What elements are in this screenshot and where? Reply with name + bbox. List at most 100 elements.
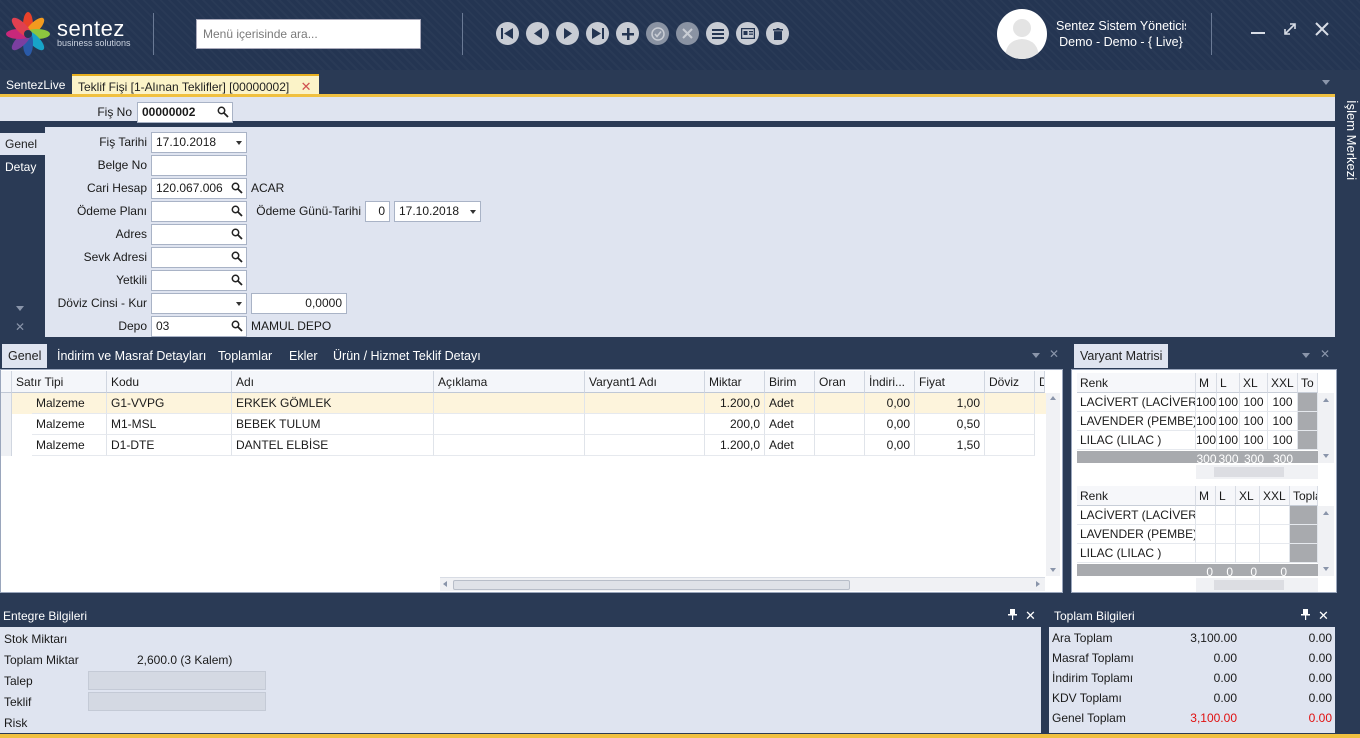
variant-top-hscroll[interactable] [1196, 465, 1318, 479]
cell-kodu[interactable]: G1-VVPG [107, 393, 232, 414]
cell-fiyat[interactable]: 1,50 [915, 435, 985, 456]
cell-adi[interactable]: DANTEL ELBİSE [232, 435, 434, 456]
odeme-tarihi-field[interactable]: 17.10.2018 [394, 201, 481, 222]
cell-varyant[interactable] [585, 414, 705, 435]
variant-cell[interactable] [1196, 525, 1216, 544]
variant-cell[interactable] [1236, 525, 1260, 544]
variant-cell[interactable]: 100 [1240, 412, 1268, 431]
maximize-icon[interactable] [1279, 20, 1301, 42]
cari-hesap-field[interactable]: 120.067.006 [151, 178, 247, 199]
col-header-aciklama[interactable]: Açıklama [434, 371, 585, 393]
cell-indirim[interactable]: 0,00 [865, 414, 915, 435]
variant-cell[interactable]: 100 [1240, 431, 1268, 450]
cell-miktar[interactable]: 200,0 [705, 414, 765, 435]
chevron-down-icon[interactable] [1032, 353, 1040, 358]
variant-top-vscroll[interactable] [1318, 393, 1334, 463]
variant-cell[interactable] [1260, 506, 1290, 525]
cell-birim[interactable]: Adet [765, 435, 815, 456]
confirm-button[interactable] [646, 22, 669, 45]
side-tab-genel[interactable]: Genel [0, 133, 45, 155]
fis-tarihi-field[interactable]: 17.10.2018 [151, 132, 247, 153]
col-header-doviz[interactable]: Döviz [985, 371, 1035, 393]
variant-cell-renk[interactable]: LAVENDER (PEMBE) [1077, 525, 1196, 544]
scroll-down-icon[interactable] [1050, 568, 1056, 572]
previous-record-button[interactable] [526, 22, 549, 45]
pin-icon[interactable] [1301, 609, 1310, 623]
tab-teklif-fisi[interactable]: Teklif Fişi [1-Alınan Teklifler] [000000… [72, 74, 320, 96]
cell-satir-tipi[interactable]: Malzeme [32, 393, 107, 414]
variant-cell-renk[interactable]: LILAC (LILAC ) [1077, 544, 1196, 563]
col-header-fiyat[interactable]: Fiyat [915, 371, 985, 393]
cell-fiyat[interactable]: 0,50 [915, 414, 985, 435]
variant-cell[interactable] [1260, 544, 1290, 563]
scroll-thumb[interactable] [453, 580, 850, 590]
cell-adi[interactable]: BEBEK TULUM [232, 414, 434, 435]
col-header-d[interactable]: D [1035, 371, 1045, 393]
adres-field[interactable] [151, 224, 247, 245]
cell-oran[interactable] [815, 414, 865, 435]
yetkili-field[interactable] [151, 270, 247, 291]
variant-bottom-hscroll[interactable] [1196, 578, 1318, 592]
col-header-oran[interactable]: Oran [815, 371, 865, 393]
chevron-down-icon[interactable] [16, 306, 24, 311]
col-header-adi[interactable]: Adı [232, 371, 434, 393]
col-header-birim[interactable]: Birim [765, 371, 815, 393]
variant-cell[interactable]: 100 [1240, 393, 1268, 412]
cell-aciklama[interactable] [434, 435, 585, 456]
cell-satir-tipi[interactable]: Malzeme [32, 414, 107, 435]
cell-miktar[interactable]: 1.200,0 [705, 435, 765, 456]
variant-cell[interactable] [1216, 525, 1236, 544]
doviz-cinsi-select[interactable] [151, 293, 247, 314]
variant-cell[interactable]: 100 [1196, 393, 1217, 412]
cell-doviz[interactable] [985, 435, 1035, 456]
cell-doviz[interactable] [985, 393, 1035, 414]
variant-cell[interactable]: 100 [1196, 431, 1217, 450]
cell-birim[interactable]: Adet [765, 414, 815, 435]
variant-cell[interactable] [1236, 544, 1260, 563]
cell-adi[interactable]: ERKEK GÖMLEK [232, 393, 434, 414]
variant-cell[interactable] [1216, 506, 1236, 525]
col-header-indirim[interactable]: İndiri... [865, 371, 915, 393]
variant-col-renk[interactable]: Renk [1077, 486, 1196, 506]
close-icon[interactable]: ✕ [1049, 347, 1059, 361]
grid-vertical-scrollbar[interactable] [1046, 393, 1060, 576]
variant-col-toplam[interactable]: To [1298, 373, 1318, 393]
variant-col-renk[interactable]: Renk [1077, 373, 1196, 393]
variant-col-l[interactable]: L [1216, 486, 1236, 506]
variant-col-m[interactable]: M [1196, 486, 1216, 506]
variant-cell-renk[interactable]: LAVENDER (PEMBE) [1077, 412, 1196, 431]
cell-aciklama[interactable] [434, 414, 585, 435]
odeme-plani-field[interactable] [151, 201, 247, 222]
cell-indirim[interactable]: 0,00 [865, 435, 915, 456]
variant-col-xl[interactable]: XL [1236, 486, 1260, 506]
scroll-right-icon[interactable] [1036, 581, 1040, 587]
col-header-satir-tipi[interactable]: Satır Tipi [12, 371, 107, 393]
variant-bottom-vscroll[interactable] [1318, 506, 1334, 576]
scroll-thumb[interactable] [1214, 467, 1284, 477]
scroll-up-icon[interactable] [1050, 396, 1056, 400]
tab-urun-hizmet-teklif[interactable]: Ürün / Hizmet Teklif Detayı [327, 344, 487, 368]
user-avatar[interactable] [997, 9, 1047, 59]
cell-oran[interactable] [815, 393, 865, 414]
variant-col-l[interactable]: L [1217, 373, 1240, 393]
cell-fiyat[interactable]: 1,00 [915, 393, 985, 414]
variant-cell[interactable]: 100 [1268, 412, 1298, 431]
cell-oran[interactable] [815, 435, 865, 456]
minimize-icon[interactable] [1247, 20, 1269, 42]
delete-button[interactable] [766, 22, 789, 45]
next-record-button[interactable] [556, 22, 579, 45]
variant-cell-renk[interactable]: LACİVERT (LACİVERT) [1077, 506, 1196, 525]
cell-varyant[interactable] [585, 393, 705, 414]
fis-no-field[interactable]: 00000002 [137, 102, 233, 123]
tab-list-dropdown-icon[interactable] [1322, 80, 1330, 85]
menu-search-input[interactable] [196, 19, 421, 49]
cell-aciklama[interactable] [434, 393, 585, 414]
close-tab-icon[interactable]: ✕ [301, 79, 312, 94]
pin-icon[interactable] [1008, 609, 1017, 623]
scroll-thumb[interactable] [1214, 580, 1284, 590]
variant-cell[interactable] [1260, 525, 1290, 544]
odeme-gunu-field[interactable]: 0 [365, 201, 390, 222]
chevron-down-icon[interactable] [1302, 353, 1310, 358]
variant-col-m[interactable]: M [1196, 373, 1217, 393]
variant-col-xl[interactable]: XL [1240, 373, 1268, 393]
